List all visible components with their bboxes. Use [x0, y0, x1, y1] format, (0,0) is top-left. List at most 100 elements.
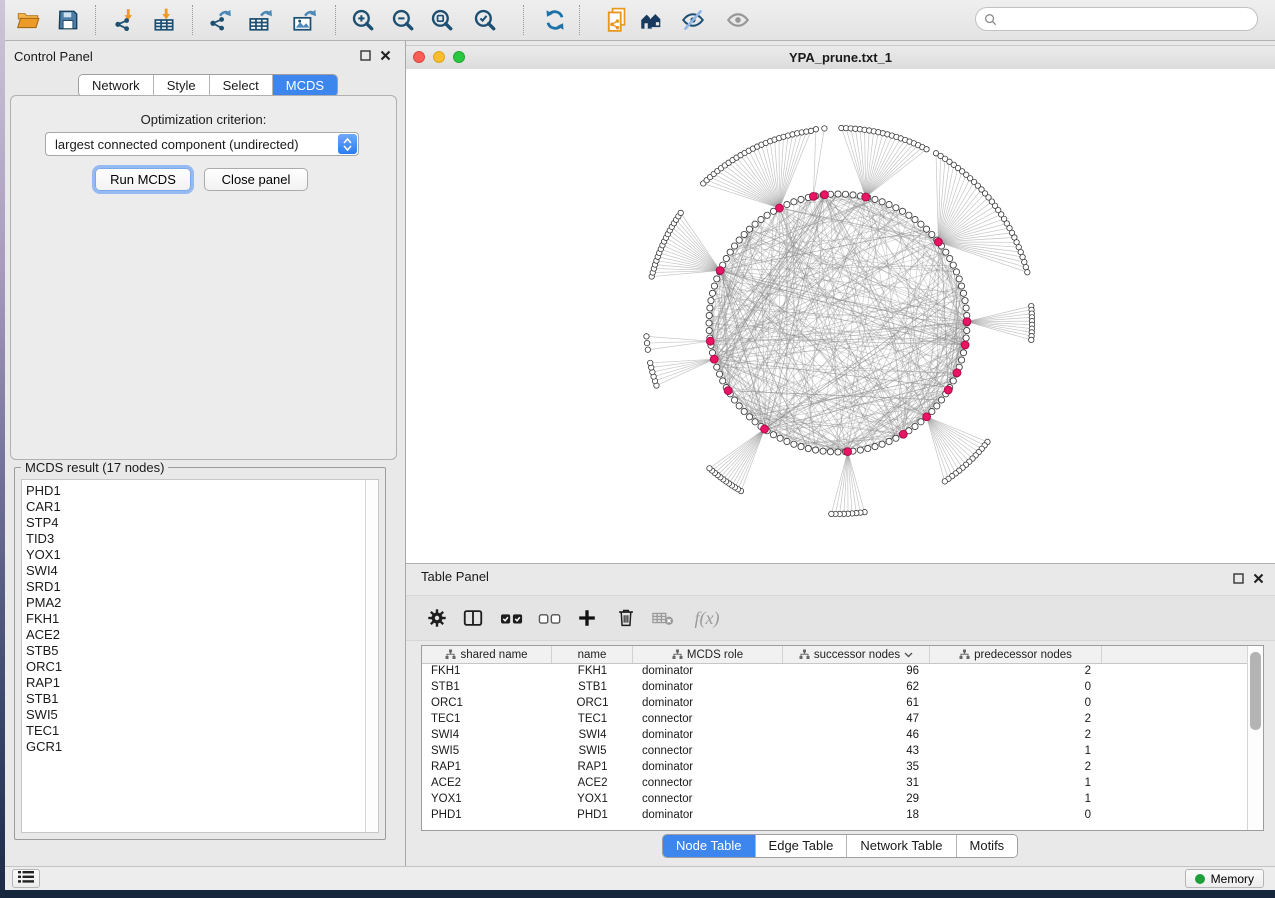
table-cell[interactable]: 47: [783, 711, 930, 727]
table-cell[interactable]: 1: [930, 791, 1102, 807]
table-row[interactable]: RAP1RAP1dominator352: [422, 759, 1248, 775]
table-row[interactable]: SWI4SWI4dominator462: [422, 727, 1248, 743]
run-mcds-button[interactable]: Run MCDS: [95, 168, 191, 191]
table-row[interactable]: TEC1TEC1connector472: [422, 711, 1248, 727]
memory-button[interactable]: Memory: [1185, 869, 1264, 888]
search-box[interactable]: [975, 7, 1258, 31]
table-cell[interactable]: ORC1: [422, 695, 552, 711]
tab-network[interactable]: Network: [79, 75, 154, 96]
table-cell[interactable]: 0: [930, 679, 1102, 695]
show-all-button[interactable]: [722, 4, 754, 36]
table-cell[interactable]: ORC1: [552, 695, 633, 711]
mcds-result-item[interactable]: SRD1: [26, 579, 366, 595]
table-cell[interactable]: 2: [930, 663, 1102, 679]
table-cell[interactable]: SWI5: [422, 743, 552, 759]
table-cell[interactable]: YOX1: [552, 791, 633, 807]
zoom-selected-button[interactable]: [469, 4, 501, 36]
table-cell[interactable]: SWI4: [552, 727, 633, 743]
table-cell[interactable]: 96: [783, 663, 930, 679]
table-cell[interactable]: dominator: [633, 663, 783, 679]
table-cell[interactable]: 1: [930, 743, 1102, 759]
network-canvas[interactable]: [406, 69, 1275, 563]
mcds-result-item[interactable]: SWI5: [26, 707, 366, 723]
table-cell[interactable]: 0: [930, 695, 1102, 711]
mcds-result-item[interactable]: TID3: [26, 531, 366, 547]
table-tab-node-table[interactable]: Node Table: [663, 835, 756, 857]
search-input[interactable]: [997, 11, 1249, 27]
column-header-name[interactable]: name: [552, 646, 633, 663]
table-tab-network-table[interactable]: Network Table: [847, 835, 956, 857]
hide-selected-button[interactable]: [677, 4, 709, 36]
open-file-button[interactable]: [12, 4, 44, 36]
tab-mcds[interactable]: MCDS: [273, 75, 337, 96]
column-header-predecessor-nodes[interactable]: predecessor nodes: [930, 646, 1102, 663]
export-table-button[interactable]: [244, 4, 276, 36]
network-window-titlebar[interactable]: YPA_prune.txt_1: [406, 45, 1275, 70]
task-history-button[interactable]: [12, 869, 40, 888]
home-view-button[interactable]: [635, 4, 667, 36]
table-cell[interactable]: 35: [783, 759, 930, 775]
tab-select[interactable]: Select: [210, 75, 273, 96]
table-cell[interactable]: 43: [783, 743, 930, 759]
table-row[interactable]: STB1STB1dominator620: [422, 679, 1248, 695]
table-cell[interactable]: 31: [783, 775, 930, 791]
table-row[interactable]: PHD1PHD1dominator180: [422, 807, 1248, 823]
export-network-button[interactable]: [204, 4, 236, 36]
delete-columns-button[interactable]: [611, 604, 641, 632]
column-header-shared-name[interactable]: shared name: [422, 646, 552, 663]
table-cell[interactable]: 2: [930, 711, 1102, 727]
mcds-result-item[interactable]: FKH1: [26, 611, 366, 627]
table-cell[interactable]: 2: [930, 759, 1102, 775]
import-table-button[interactable]: [148, 4, 180, 36]
table-cell[interactable]: 18: [783, 807, 930, 823]
table-settings-button[interactable]: [422, 604, 452, 632]
zoom-in-button[interactable]: [347, 4, 379, 36]
table-scrollbar[interactable]: [1247, 646, 1263, 830]
table-cell[interactable]: 2: [930, 727, 1102, 743]
column-header-MCDS-role[interactable]: MCDS role: [633, 646, 783, 663]
apply-layout-button[interactable]: [539, 4, 571, 36]
mcds-result-list[interactable]: PHD1CAR1STP4TID3YOX1SWI4SRD1PMA2FKH1ACE2…: [22, 480, 366, 832]
mcds-result-item[interactable]: STB1: [26, 691, 366, 707]
mcds-result-item[interactable]: TEC1: [26, 723, 366, 739]
table-cell[interactable]: SWI5: [552, 743, 633, 759]
mcds-result-item[interactable]: ORC1: [26, 659, 366, 675]
table-cell[interactable]: PHD1: [422, 807, 552, 823]
table-row[interactable]: ORC1ORC1dominator610: [422, 695, 1248, 711]
table-cell[interactable]: TEC1: [552, 711, 633, 727]
tab-style[interactable]: Style: [154, 75, 210, 96]
select-all-rows-button[interactable]: [497, 604, 527, 632]
table-cell[interactable]: FKH1: [422, 663, 552, 679]
table-cell[interactable]: connector: [633, 743, 783, 759]
mcds-result-item[interactable]: STP4: [26, 515, 366, 531]
zoom-out-button[interactable]: [387, 4, 419, 36]
table-tab-edge-table[interactable]: Edge Table: [756, 835, 848, 857]
table-row[interactable]: ACE2ACE2connector311: [422, 775, 1248, 791]
mcds-result-item[interactable]: GCR1: [26, 739, 366, 755]
table-cell[interactable]: RAP1: [422, 759, 552, 775]
table-cell[interactable]: 0: [930, 807, 1102, 823]
mcds-result-item[interactable]: PMA2: [26, 595, 366, 611]
table-cell[interactable]: dominator: [633, 759, 783, 775]
column-header-successor-nodes[interactable]: successor nodes: [783, 646, 930, 663]
mcds-result-item[interactable]: CAR1: [26, 499, 366, 515]
table-cell[interactable]: 61: [783, 695, 930, 711]
table-cell[interactable]: connector: [633, 791, 783, 807]
import-network-button[interactable]: [109, 4, 141, 36]
table-row[interactable]: SWI5SWI5connector431: [422, 743, 1248, 759]
network-graph[interactable]: [406, 69, 1275, 563]
show-column-selector-button[interactable]: [458, 604, 488, 632]
float-panel-icon[interactable]: [360, 50, 371, 61]
mcds-result-item[interactable]: YOX1: [26, 547, 366, 563]
export-image-button[interactable]: [288, 4, 320, 36]
table-cell[interactable]: 46: [783, 727, 930, 743]
zoom-fit-button[interactable]: [426, 4, 458, 36]
clone-network-button[interactable]: [602, 4, 634, 36]
table-tab-motifs[interactable]: Motifs: [957, 835, 1018, 857]
float-table-panel-icon[interactable]: [1233, 573, 1244, 584]
mcds-result-item[interactable]: ACE2: [26, 627, 366, 643]
optimization-criterion-select[interactable]: largest connected component (undirected): [45, 132, 359, 156]
deselect-all-rows-button[interactable]: [535, 604, 565, 632]
save-session-button[interactable]: [52, 4, 84, 36]
table-cell[interactable]: SWI4: [422, 727, 552, 743]
